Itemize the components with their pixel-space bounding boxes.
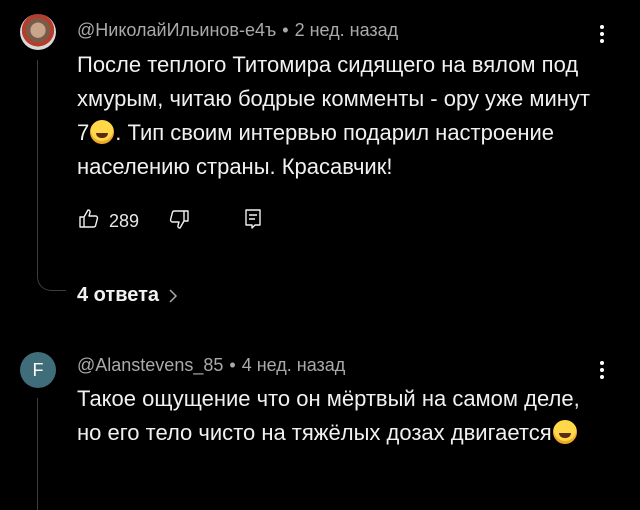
- dislike-icon[interactable]: [167, 207, 191, 236]
- more-options-icon[interactable]: [592, 358, 612, 382]
- like-count: 289: [109, 211, 140, 231]
- comment-text: Такое ощущение что он мёртвый на самом д…: [77, 382, 597, 450]
- comment-text-part: . Тип своим интервью подарил настроение …: [77, 120, 555, 179]
- comment-actions: 289: [77, 207, 265, 236]
- like-icon[interactable]: [77, 207, 101, 236]
- thread-line: [37, 398, 38, 510]
- timestamp[interactable]: 2 нед. назад: [295, 20, 399, 40]
- comment: F @Alanstevens_85 • 4 нед. назад Такое ощу…: [0, 340, 640, 510]
- timestamp[interactable]: 4 нед. назад: [242, 355, 346, 375]
- more-options-icon[interactable]: [592, 22, 612, 46]
- comment-meta: @НиколайИльинов-е4ъ • 2 нед. назад: [77, 20, 398, 41]
- face-with-tears-of-joy-icon: [90, 120, 115, 144]
- separator: •: [229, 355, 236, 375]
- separator: •: [282, 20, 289, 40]
- face-with-tears-of-joy-icon: [552, 420, 577, 444]
- comment-meta: @Alanstevens_85 • 4 нед. назад: [77, 355, 345, 376]
- avatar[interactable]: F: [20, 352, 56, 388]
- thread-connector: [37, 276, 66, 291]
- comment: @НиколайИльинов-е4ъ • 2 нед. назад После т…: [0, 0, 640, 320]
- author-name[interactable]: @НиколайИльинов-е4ъ: [77, 20, 276, 40]
- chevron-right-icon: [169, 288, 178, 303]
- author-name[interactable]: @Alanstevens_85: [77, 355, 223, 375]
- replies-label: 4 ответа: [77, 284, 160, 306]
- comment-text: После теплого Титомира сидящего на вялом…: [77, 48, 597, 184]
- reply-icon[interactable]: [241, 207, 265, 236]
- view-replies-button[interactable]: 4 ответа: [77, 284, 179, 307]
- thread-line: [37, 60, 38, 276]
- comment-text-part: Такое ощущение что он мёртвый на самом д…: [77, 386, 580, 445]
- avatar[interactable]: [20, 14, 56, 50]
